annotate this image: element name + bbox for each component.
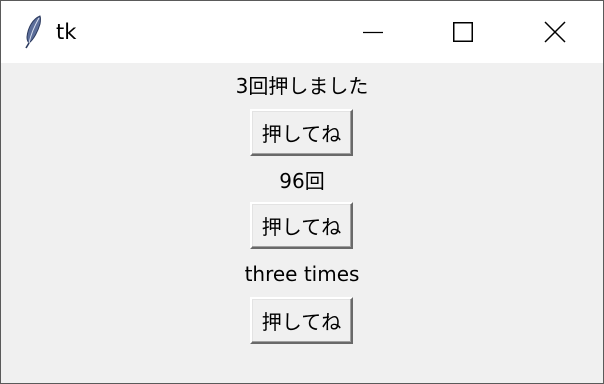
push-button-2[interactable]: 押してね (250, 202, 353, 249)
push-button-3[interactable]: 押してね (250, 297, 353, 344)
close-icon (544, 21, 566, 43)
tk-window: tk 3回押しました 押してね 96回 押してね three times 押して… (0, 0, 604, 384)
push-button-1[interactable]: 押してね (250, 109, 353, 156)
client-area: 3回押しました 押してね 96回 押してね three times 押してね (1, 63, 603, 383)
minimize-button[interactable] (327, 1, 419, 63)
count-label-1: 3回押しました (235, 74, 369, 98)
feather-icon (25, 15, 41, 49)
minimize-icon (363, 31, 383, 34)
count-label-2: 96回 (279, 169, 325, 193)
window-title: tk (56, 20, 77, 44)
maximize-button[interactable] (417, 1, 509, 63)
count-label-3: three times (244, 262, 360, 286)
title-bar[interactable]: tk (1, 1, 603, 63)
close-button[interactable] (509, 1, 601, 63)
maximize-icon (453, 22, 473, 42)
